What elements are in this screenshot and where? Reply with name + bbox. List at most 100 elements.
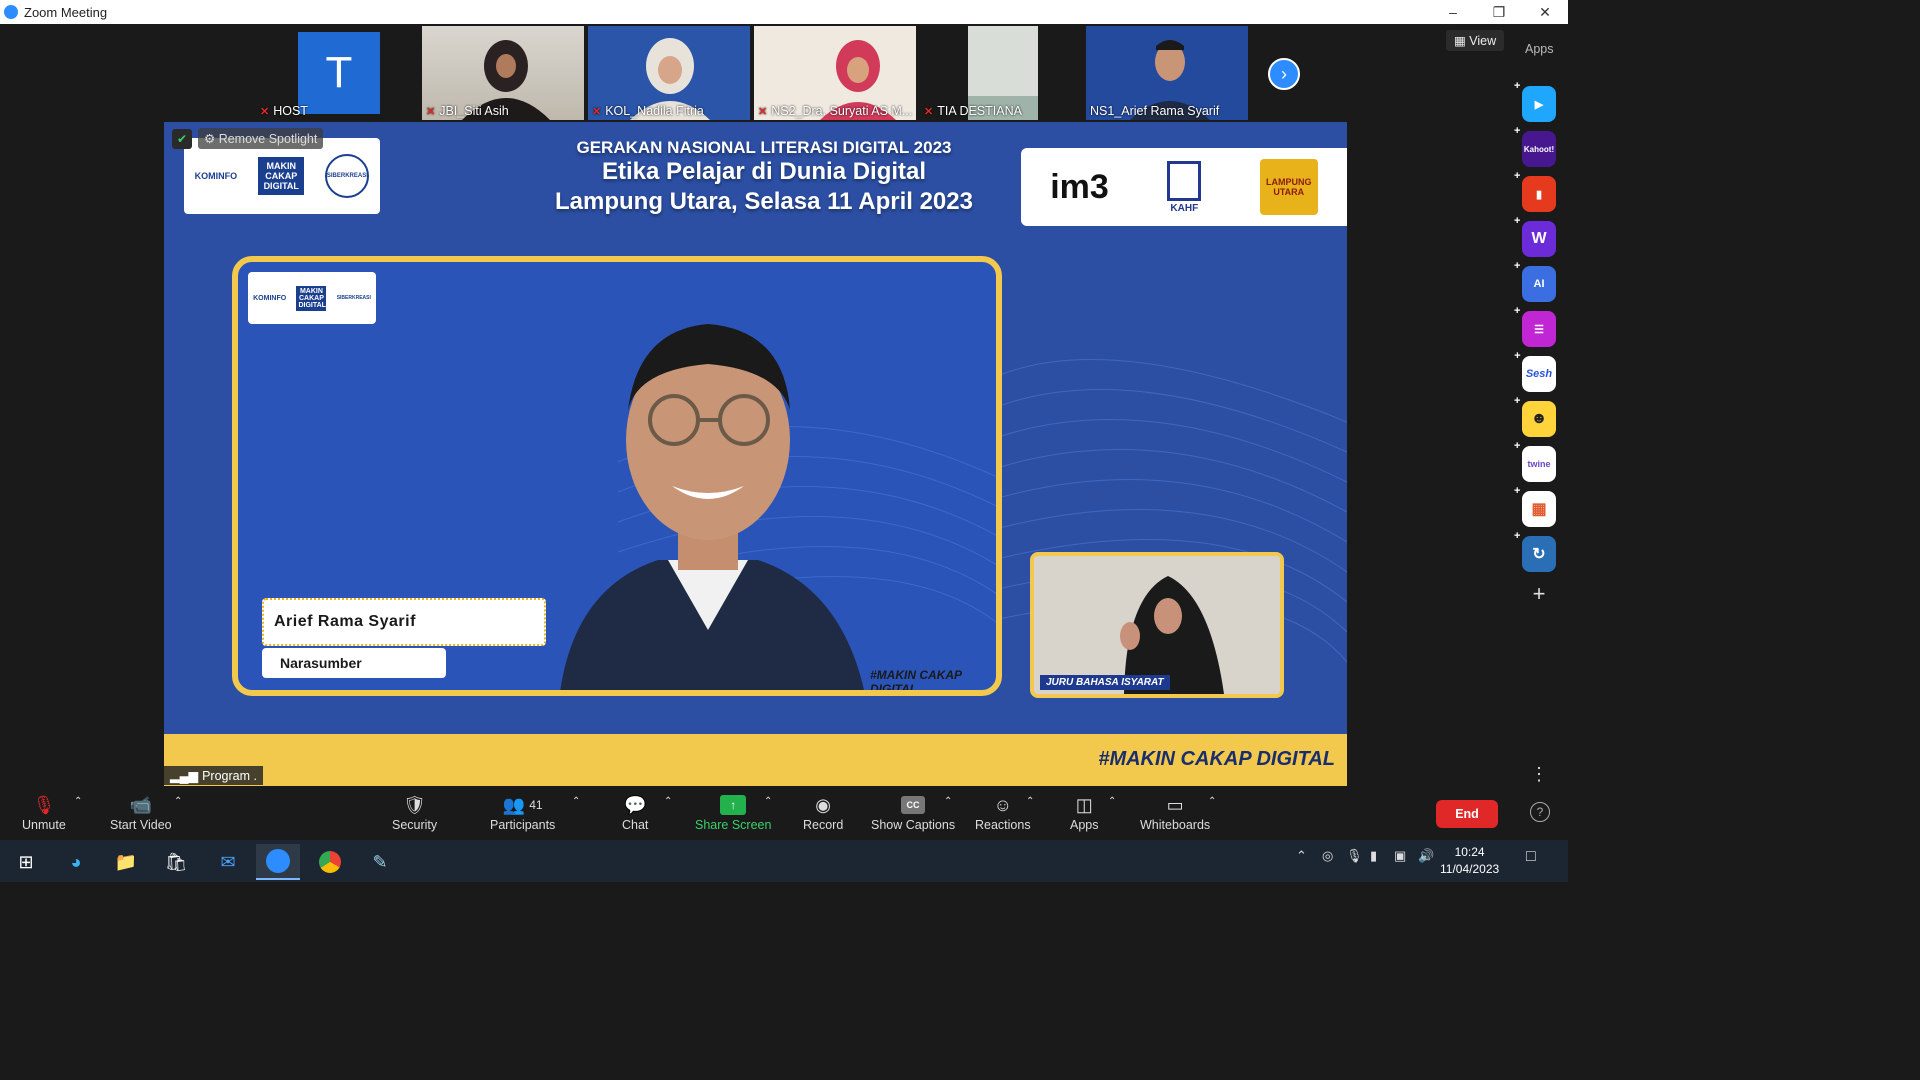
next-page-button[interactable]: ›	[1268, 58, 1300, 90]
signal-badge: ▂▄▆ Program .	[164, 766, 263, 785]
participant-tile[interactable]: ✕ JBI_Siti Asih	[422, 26, 584, 120]
edge-browser-icon[interactable]: ◕	[54, 844, 98, 880]
app-w-icon[interactable]: + W	[1514, 215, 1556, 257]
mic-muted-icon: ✕	[758, 105, 768, 118]
audio-options-caret[interactable]: ⌃	[74, 796, 82, 807]
kahf-logo: KAHF	[1167, 160, 1202, 214]
zoom-taskbar-icon[interactable]	[256, 844, 300, 880]
participant-tile[interactable]: ✕ TIA DESTIANA	[920, 26, 1082, 120]
mic-muted-icon: ✕	[260, 105, 270, 118]
cc-icon: CC	[901, 796, 926, 814]
apps-icon: ◫	[1075, 794, 1093, 815]
view-button[interactable]: ▦ View	[1446, 30, 1505, 51]
add-app-icon[interactable]: +	[1533, 581, 1546, 607]
makin-cakap-digital-logo: MAKIN CAKAP DIGITAL	[258, 157, 305, 195]
event-headline: GERAKAN NASIONAL LITERASI DIGITAL 2023 E…	[524, 138, 1004, 218]
participants-count: 41	[529, 798, 543, 812]
app-twine-icon[interactable]: + twine	[1514, 440, 1556, 482]
mic-muted-icon: ✕	[924, 105, 934, 118]
start-video-button[interactable]: 📹 Start Video	[110, 792, 172, 833]
speaker-name-plate: Arief Rama Syarif	[262, 598, 546, 646]
whiteboard-icon: ▭	[1166, 794, 1184, 815]
app-ai-icon[interactable]: + AI	[1514, 260, 1556, 302]
participant-strip: T ✕ HOST ✕ JBI_Siti Asih ✕ KOL_Nadila Fitri…	[256, 26, 1248, 120]
app-blocks-icon[interactable]: + ▦	[1514, 485, 1556, 527]
mail-icon[interactable]: ✉	[206, 844, 250, 880]
app-sync-icon[interactable]: + ↻	[1514, 530, 1556, 572]
app-sesh-icon[interactable]: + Sesh	[1514, 350, 1556, 392]
speaker-frame: KOMINFO MAKIN CAKAP DIGITAL SIBERKREASI …	[232, 256, 1002, 696]
shield-icon: 🛡	[403, 794, 426, 815]
app-play-icon[interactable]: + ▶	[1514, 80, 1556, 122]
video-options-caret[interactable]: ⌃	[174, 796, 182, 807]
end-meeting-button[interactable]: End	[1436, 800, 1498, 828]
restore-icon[interactable]: ❐	[1476, 0, 1522, 24]
show-hidden-icons-icon[interactable]: ⌃	[1296, 848, 1307, 864]
meeting-toolbar: 🎙 Unmute ⌃ 📹 Start Video ⌃ 🛡 Security 👥 4…	[0, 786, 1568, 840]
network-icon[interactable]: ▣	[1394, 848, 1406, 864]
headline-line-3: Lampung Utara, Selasa 11 April 2023	[555, 188, 973, 215]
participant-tile[interactable]: ✕ KOL_Nadila Fitria	[588, 26, 750, 120]
participant-name: NS1_Arief Rama Syarif	[1090, 104, 1220, 118]
close-icon[interactable]: ✕	[1522, 0, 1568, 24]
participant-tile[interactable]: T ✕ HOST	[256, 26, 418, 120]
help-icon[interactable]: ?	[1530, 802, 1550, 822]
kominfo-logo: KOMINFO	[194, 171, 238, 181]
apps-options-caret[interactable]: ⌃	[1108, 796, 1116, 807]
headline-line-1: GERAKAN NASIONAL LITERASI DIGITAL 2023	[576, 138, 952, 157]
record-button[interactable]: ◉ Record	[803, 792, 843, 833]
spotlight-video: KOMINFO MAKIN CAKAP DIGITAL SIBERKREASI …	[164, 122, 1347, 786]
speaker-video	[560, 324, 864, 690]
makin-cakap-digital-logo: MAKIN CAKAP DIGITAL	[296, 285, 327, 311]
microphone-tray-icon[interactable]: 🎙	[1346, 848, 1363, 864]
headline-line-2: Etika Pelajar di Dunia Digital	[601, 158, 927, 185]
sign-interpreter-frame: JURU BAHASA ISYARAT	[1030, 552, 1284, 698]
volume-icon[interactable]: 🔊	[1418, 848, 1434, 864]
participant-name: ✕ JBI_Siti Asih	[426, 104, 509, 118]
regency-emblem: LAMPUNG UTARA	[1259, 159, 1318, 215]
whiteboards-options-caret[interactable]: ⌃	[1208, 796, 1216, 807]
notes-app-icon[interactable]: ✎	[358, 844, 402, 880]
captions-options-caret[interactable]: ⌃	[944, 796, 952, 807]
apps-panel-title: Apps	[1525, 42, 1554, 56]
remove-spotlight-button[interactable]: ⚙ Remove Spotlight	[198, 128, 324, 149]
unmute-button[interactable]: 🎙 Unmute	[22, 792, 66, 833]
participant-tile[interactable]: ✕ NS2_Dra. Suryati AS M...	[754, 26, 916, 120]
record-icon: ◉	[815, 794, 831, 815]
participant-tile[interactable]: NS1_Arief Rama Syarif	[1086, 26, 1248, 120]
sponsor-logos-left: KOMINFO MAKIN CAKAP DIGITAL SIBERKREASI	[184, 138, 380, 214]
security-button[interactable]: 🛡 Security	[392, 792, 437, 833]
reactions-button[interactable]: ☺ Reactions	[975, 792, 1031, 833]
chrome-icon[interactable]	[308, 844, 352, 880]
notifications-icon[interactable]: □	[1526, 848, 1536, 866]
participants-options-caret[interactable]: ⌃	[572, 796, 580, 807]
reactions-options-caret[interactable]: ⌃	[1026, 796, 1034, 807]
window-titlebar: Zoom Meeting – ❐ ✕	[0, 0, 1568, 24]
store-icon[interactable]: 🛍	[154, 844, 198, 880]
speaker-role-plate: Narasumber	[262, 648, 446, 678]
taskbar-clock[interactable]: 10:24 11/04/2023	[1440, 844, 1499, 878]
app-emoji-icon[interactable]: + ☻	[1514, 395, 1556, 437]
chat-button[interactable]: 💬 Chat	[622, 792, 648, 833]
participants-button[interactable]: 👥 41 Participants	[490, 792, 555, 833]
siberkreasi-logo: SIBERKREASI	[325, 154, 370, 198]
os-taskbar: ⊞ ◕ 📁 🛍 ✉ ✎ ⌃ ◎ 🎙 ▮ ▣ 🔊 10:24 11/04/2023…	[0, 840, 1568, 882]
share-screen-button[interactable]: ↑ Share Screen	[695, 792, 771, 832]
more-options-icon[interactable]: ⋮	[1530, 764, 1548, 785]
show-captions-button[interactable]: CC Show Captions	[871, 792, 955, 832]
whiteboards-button[interactable]: ▭ Whiteboards	[1140, 792, 1210, 833]
app-red-icon[interactable]: + ▮	[1514, 170, 1556, 212]
chat-options-caret[interactable]: ⌃	[664, 796, 672, 807]
camera-tray-icon[interactable]: ◎	[1322, 848, 1333, 864]
apps-button[interactable]: ◫ Apps	[1070, 792, 1099, 833]
apps-sidebar: + ▶ + Kahoot! + ▮ + W + AI + ☰ + Sesh + ☻ + twine…	[1514, 80, 1562, 607]
share-options-caret[interactable]: ⌃	[764, 796, 772, 807]
windows-start-icon[interactable]: ⊞	[4, 844, 48, 880]
band-hashtag: #MAKIN CAKAP DIGITAL	[1098, 748, 1335, 770]
app-video-waves-icon[interactable]: + ☰	[1514, 305, 1556, 347]
app-kahoot-icon[interactable]: + Kahoot!	[1514, 125, 1556, 167]
avatar: T	[298, 32, 380, 114]
battery-icon[interactable]: ▮	[1370, 848, 1377, 864]
minimize-icon[interactable]: –	[1430, 0, 1476, 24]
file-explorer-icon[interactable]: 📁	[104, 844, 148, 880]
